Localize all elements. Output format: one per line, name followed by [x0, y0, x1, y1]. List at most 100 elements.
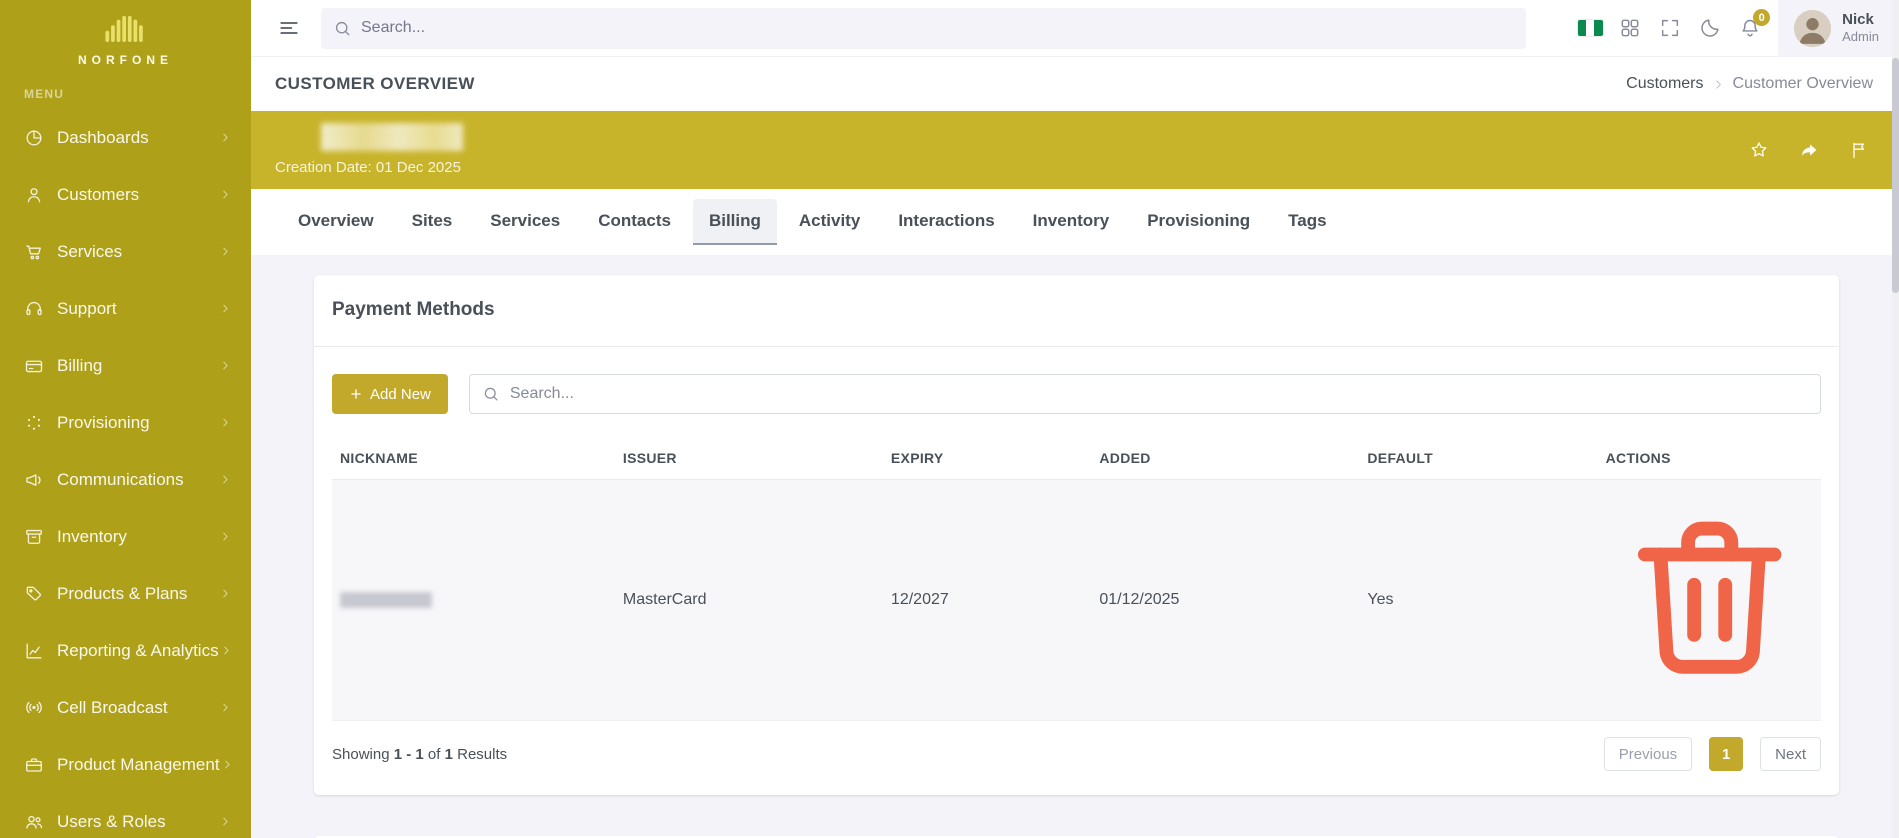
page-header: CUSTOMER OVERVIEW Customers Customer Ove… — [251, 57, 1899, 111]
archive-icon — [24, 527, 44, 547]
sidebar-item-label: Customers — [57, 184, 140, 204]
breadcrumb-current: Customer Overview — [1732, 75, 1873, 92]
tab-contacts[interactable]: Contacts — [582, 199, 687, 245]
breadcrumb: Customers Customer Overview — [1626, 75, 1873, 93]
pagination-next[interactable]: Next — [1760, 737, 1821, 772]
add-new-label: Add New — [370, 385, 431, 403]
tab-inventory[interactable]: Inventory — [1017, 199, 1126, 245]
fullscreen-button[interactable] — [1650, 8, 1690, 48]
tag-icon — [24, 584, 44, 604]
chevron-right-icon — [219, 643, 234, 658]
nickname-redacted — [340, 592, 432, 609]
sidebar-item-label: Support — [57, 298, 117, 318]
broadcast-icon — [24, 698, 44, 718]
notifications-button[interactable]: 0 — [1730, 8, 1771, 48]
scrollbar-thumb[interactable] — [1892, 58, 1899, 293]
customer-name-redacted — [321, 123, 463, 151]
tab-billing[interactable]: Billing — [692, 199, 777, 245]
global-search-input[interactable] — [321, 7, 1526, 49]
tab-services[interactable]: Services — [474, 199, 576, 245]
sidebar-item-label: Cell Broadcast — [57, 697, 168, 717]
notification-count-badge: 0 — [1753, 9, 1771, 26]
column-header-added: ADDED — [1091, 440, 1360, 480]
sidebar-item-label: Users & Roles — [57, 811, 166, 831]
sidebar-item-billing[interactable]: Billing — [0, 337, 251, 394]
tab-provisioning[interactable]: Provisioning — [1131, 199, 1266, 245]
app-root: NORFONE MENU Dashboards Customers Servic… — [0, 0, 1899, 838]
chevron-right-icon — [218, 529, 233, 544]
pagination-previous[interactable]: Previous — [1603, 737, 1693, 772]
column-header-nickname: NICKNAME — [332, 440, 615, 480]
search-icon — [333, 19, 352, 38]
sidebar-item-inventory[interactable]: Inventory — [0, 508, 251, 565]
sidebar-item-communications[interactable]: Communications — [0, 451, 251, 508]
user-name: Nick — [1842, 10, 1874, 28]
logo-text: NORFONE — [78, 53, 173, 67]
tab-interactions[interactable]: Interactions — [882, 199, 1010, 245]
sidebar-item-label: Products & Plans — [57, 583, 188, 603]
cell-added: 01/12/2025 — [1099, 591, 1180, 609]
flag-icon[interactable] — [1849, 140, 1869, 160]
chevron-right-icon — [218, 301, 233, 316]
chart-icon — [24, 641, 44, 661]
fullscreen-icon — [1662, 19, 1679, 37]
tab-tags[interactable]: Tags — [1272, 199, 1342, 245]
briefcase-icon — [24, 755, 44, 775]
user-menu[interactable]: Nick Admin — [1778, 0, 1899, 57]
sidebar-item-product-management[interactable]: Product Management — [0, 736, 251, 793]
table-row: MasterCard 12/2027 01/12/2025 Yes — [332, 479, 1821, 721]
share-forward-icon[interactable] — [1799, 140, 1819, 160]
apps-grid-button[interactable] — [1610, 8, 1650, 48]
chevron-right-icon — [218, 415, 233, 430]
app-logo[interactable]: NORFONE — [0, 0, 251, 67]
payment-methods-table: NICKNAME ISSUER EXPIRY ADDED DEFAULT ACT… — [332, 440, 1821, 721]
grid-icon — [1621, 19, 1639, 37]
favorite-star-icon[interactable] — [1749, 140, 1769, 160]
table-footer: Showing 1 - 1 of 1 Results Previous 1 Ne… — [332, 737, 1821, 772]
menu-section-label: MENU — [24, 87, 65, 101]
page-scrollbar — [1892, 0, 1899, 838]
pagination: Previous 1 Next — [1603, 737, 1821, 772]
payment-search-input[interactable] — [468, 374, 1821, 414]
creation-date: Creation Date: 01 Dec 2025 — [275, 159, 461, 176]
users-icon — [24, 812, 44, 832]
sidebar-item-provisioning[interactable]: Provisioning — [0, 394, 251, 451]
sidebar: NORFONE MENU Dashboards Customers Servic… — [0, 0, 251, 838]
add-new-button[interactable]: Add New — [332, 374, 448, 414]
sidebar-item-customers[interactable]: Customers — [0, 166, 251, 223]
chevron-right-icon — [220, 757, 235, 772]
tab-sites[interactable]: Sites — [396, 199, 469, 245]
topbar: 0 Nick Admin — [251, 0, 1899, 57]
language-flag-button[interactable] — [1570, 8, 1610, 48]
sidebar-nav: Dashboards Customers Services Support Bi — [0, 109, 251, 838]
headset-icon — [24, 299, 44, 319]
dashboard-icon — [24, 128, 44, 148]
loader-icon — [24, 413, 44, 433]
main-area: 0 Nick Admin CUSTOMER OVERVIEW Customers — [251, 0, 1899, 838]
column-header-default: DEFAULT — [1359, 440, 1598, 480]
chevron-right-icon — [218, 187, 233, 202]
dark-mode-button[interactable] — [1690, 8, 1730, 48]
page-title: CUSTOMER OVERVIEW — [275, 74, 475, 93]
chevron-right-icon — [218, 814, 233, 829]
hamburger-menu-button[interactable] — [269, 8, 309, 48]
tab-activity[interactable]: Activity — [783, 199, 876, 245]
sidebar-item-services[interactable]: Services — [0, 223, 251, 280]
pagination-page-1[interactable]: 1 — [1709, 737, 1744, 772]
chevron-right-icon — [218, 586, 233, 601]
delete-payment-method-button[interactable] — [1606, 521, 1813, 705]
breadcrumb-customers-link[interactable]: Customers — [1626, 75, 1703, 93]
tab-content: Payment Methods Add New Search... NICKNA… — [251, 255, 1899, 838]
sidebar-item-cell-broadcast[interactable]: Cell Broadcast — [0, 679, 251, 736]
sidebar-item-label: Reporting & Analytics — [57, 640, 219, 660]
sidebar-item-products-plans[interactable]: Products & Plans — [0, 565, 251, 622]
sidebar-item-dashboards[interactable]: Dashboards — [0, 109, 251, 166]
payment-search — [468, 374, 1821, 414]
payment-methods-header: Payment Methods — [314, 275, 1839, 347]
sidebar-item-reporting-analytics[interactable]: Reporting & Analytics — [0, 622, 251, 679]
tab-overview[interactable]: Overview — [282, 199, 390, 245]
sidebar-item-label: Dashboards — [57, 127, 149, 147]
payment-methods-card: Payment Methods Add New Search... NICKNA… — [314, 275, 1839, 796]
sidebar-item-support[interactable]: Support — [0, 280, 251, 337]
sidebar-item-users-roles[interactable]: Users & Roles — [0, 793, 251, 838]
